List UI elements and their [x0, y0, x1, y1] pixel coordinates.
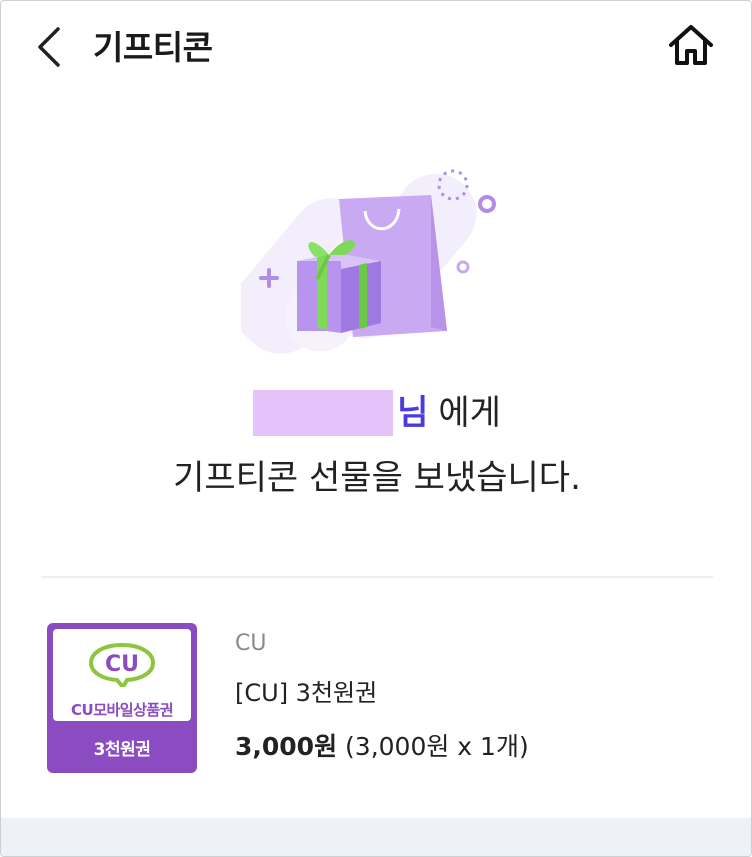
divider	[41, 576, 713, 578]
cu-logo-icon: CU	[88, 642, 156, 687]
recipient-suffix: 님	[397, 393, 429, 433]
chevron-left-icon	[38, 27, 60, 67]
product-name: [CU] 3천원권	[235, 679, 378, 707]
bottom-section-band	[1, 818, 751, 856]
home-button[interactable]	[665, 21, 717, 69]
sent-message: 님 에게 기프티콘 선물을 보냈습니다.	[1, 385, 751, 507]
card-amount-label: 3천원권	[93, 740, 151, 760]
gift-illustration	[233, 151, 513, 375]
header: 기프티콘	[1, 1, 751, 91]
recipient-name-masked	[253, 390, 394, 436]
home-icon	[669, 25, 713, 65]
message-line1-tail: 에게	[438, 393, 501, 433]
card-brand-label: CU모바일상품권	[71, 701, 174, 719]
cu-logo-text: CU	[105, 652, 139, 677]
product-brand: CU	[235, 631, 267, 656]
message-line2: 기프티콘 선물을 보냈습니다.	[173, 458, 581, 498]
gift-card-inner: CU CU모바일상품권	[53, 629, 191, 721]
gift-card-image: CU CU모바일상품권 3천원권	[47, 623, 197, 773]
product-price-row: 3,000원 (3,000원 x 1개)	[235, 727, 529, 763]
message-line1: 님 에게	[1, 385, 751, 441]
product-item[interactable]: CU CU모바일상품권 3천원권 CU [CU] 3천원권 3,000원 (3,…	[1, 621, 751, 781]
product-price: 3,000원	[235, 732, 338, 761]
back-button[interactable]	[29, 25, 69, 69]
product-price-detail: (3,000원 x 1개)	[345, 732, 529, 761]
app-frame: 기프티콘 님 에게 기프티콘 선물을 보냈습니다. CU CU모바일상품권 3천…	[0, 0, 752, 857]
page-title: 기프티콘	[93, 28, 213, 67]
